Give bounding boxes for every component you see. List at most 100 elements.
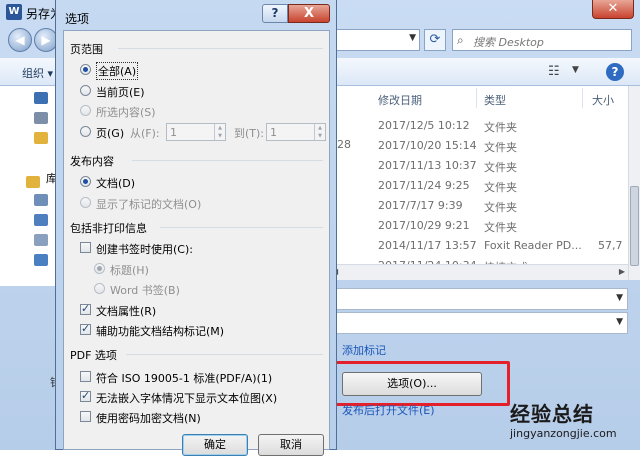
music-folder-icon[interactable]: [34, 254, 48, 266]
radio-button[interactable]: [80, 64, 91, 75]
radio-label: 文档(D): [96, 177, 136, 190]
row-date: 2017/10/20 15:14: [378, 139, 477, 152]
save-type-combo[interactable]: ▼: [330, 312, 628, 334]
divider: [160, 227, 323, 228]
row-date: 2017/12/5 10:12: [378, 119, 470, 132]
back-arrow-icon[interactable]: ◀: [8, 28, 32, 52]
organize-button[interactable]: 组织 ▾: [22, 65, 53, 81]
from-page-spinner: 1 ▲ ▼: [166, 123, 226, 141]
chevron-down-icon[interactable]: ▼: [409, 33, 416, 43]
scrollbar-thumb[interactable]: [630, 186, 639, 266]
watermark-url: jingyanzongjie.com: [510, 427, 617, 440]
scroll-right-icon[interactable]: ▶: [619, 267, 625, 276]
divider: [132, 160, 323, 161]
radio-button[interactable]: [80, 85, 91, 96]
save-as-close-icon[interactable]: ✕: [592, 0, 634, 19]
nonprint-heading: 包括非打印信息: [70, 222, 147, 235]
pdf-options-heading: PDF 选项: [70, 349, 117, 362]
open-after-publish-checkbox[interactable]: 发布后打开文件(E): [342, 402, 435, 418]
row-date: 2017/7/17 9:39: [378, 199, 463, 212]
row-type: 文件夹: [484, 201, 517, 214]
to-page-spinner: 1 ▲ ▼: [266, 123, 326, 141]
radio-button[interactable]: [80, 126, 91, 137]
table-row[interactable]: 2017/10/29 9:21 文件夹: [330, 216, 640, 236]
desktop-folder-icon[interactable]: [34, 92, 48, 104]
word-app-icon: W: [6, 4, 22, 20]
row-type: Foxit Reader PD...: [484, 239, 582, 252]
search-input[interactable]: ⌕ 搜索 Desktop: [452, 29, 632, 51]
column-separator[interactable]: [476, 88, 477, 108]
downloads-folder-icon[interactable]: [34, 112, 48, 124]
search-placeholder: 搜索 Desktop: [473, 36, 544, 49]
row-type: 文件夹: [484, 121, 517, 134]
radio-label: 标题(H): [110, 264, 149, 277]
cancel-button[interactable]: 取消: [258, 434, 324, 456]
divider: [126, 354, 323, 355]
radio-button: [94, 283, 105, 294]
table-row[interactable]: 2017/10/20 15:14 文件夹: [330, 136, 640, 156]
table-row[interactable]: 2017/12/5 10:12 文件夹: [330, 116, 640, 136]
search-icon: ⌕: [457, 33, 464, 47]
view-options-icon[interactable]: ☷: [548, 64, 560, 79]
row-type: 文件夹: [484, 181, 517, 194]
spinner-value: 1: [270, 126, 277, 139]
watermark: 经验总结 jingyanzongjie.com: [510, 398, 640, 448]
radio-label: 全部(A): [96, 62, 139, 80]
checkbox[interactable]: [80, 411, 91, 422]
column-separator[interactable]: [582, 88, 583, 108]
horizontal-scrollbar[interactable]: ◀ ▶: [330, 264, 628, 280]
close-icon[interactable]: X: [288, 4, 330, 23]
table-row[interactable]: 2017/11/24 9:25 文件夹: [330, 176, 640, 196]
pictures-folder-icon[interactable]: [34, 214, 48, 226]
publish-heading: 发布内容: [70, 155, 114, 168]
checkbox[interactable]: [80, 389, 91, 402]
column-date-modified[interactable]: 修改日期: [378, 92, 422, 108]
documents-folder-icon[interactable]: [34, 234, 48, 246]
checkbox[interactable]: [80, 302, 91, 315]
table-row[interactable]: 2014/11/17 13:57 Foxit Reader PD... 57,7: [330, 236, 640, 256]
radio-label: 所选内容(S): [96, 106, 156, 119]
checkbox[interactable]: [80, 242, 91, 253]
checkbox[interactable]: [80, 371, 91, 382]
help-icon[interactable]: ?: [262, 4, 288, 23]
row-date: 2017/11/13 10:37: [378, 159, 477, 172]
radio-label: 显示了标记的文档(O): [96, 198, 202, 211]
spinner-arrows-icon: ▲ ▼: [314, 124, 325, 140]
row-date: 2014/11/17 13:57: [378, 239, 477, 252]
refresh-icon[interactable]: ⟳: [424, 29, 446, 51]
options-dialog: 选项 ? X 页范围 全部(A) 当前页(E) 所选内容(S) 页(G) 从(F…: [55, 0, 337, 456]
checkbox[interactable]: [80, 322, 91, 335]
checkbox-label: 创建书签时使用(C):: [96, 243, 193, 256]
table-row[interactable]: 2017/7/17 9:39 文件夹: [330, 196, 640, 216]
recent-folder-icon[interactable]: [34, 132, 48, 144]
library-folder-icon[interactable]: [26, 176, 40, 188]
address-bar[interactable]: ▼: [330, 29, 420, 51]
chevron-down-icon[interactable]: ▼: [616, 317, 623, 327]
radio-label: Word 书签(B): [110, 284, 180, 297]
dialog-body: 页范围 全部(A) 当前页(E) 所选内容(S) 页(G) 从(F): 1 ▲ ▼…: [63, 30, 330, 456]
row-date: 2017/10/29 9:21: [378, 219, 470, 232]
column-size[interactable]: 大小: [592, 92, 614, 108]
spinner-arrows-icon: ▲ ▼: [214, 124, 225, 140]
radio-button: [94, 263, 105, 274]
file-list: 修改日期 类型 大小 128 2017/12/5 10:12 文件夹 2017/…: [330, 86, 640, 276]
row-type: 文件夹: [484, 161, 517, 174]
row-size: 57,7: [598, 239, 623, 252]
radio-label: 页(G): [96, 127, 125, 140]
chevron-down-icon[interactable]: ▼: [616, 293, 623, 303]
radio-button: [80, 105, 91, 116]
ok-button[interactable]: 确定: [182, 434, 248, 456]
help-icon[interactable]: ?: [606, 63, 624, 81]
checkbox-label: 辅助功能文档结构标记(M): [96, 325, 225, 338]
vertical-scrollbar[interactable]: [628, 86, 640, 280]
checkbox-label: 文档属性(R): [96, 305, 157, 318]
videos-folder-icon[interactable]: [34, 194, 48, 206]
checkbox-label: 符合 ISO 19005-1 标准(PDF/A)(1): [96, 372, 273, 385]
table-row[interactable]: 2017/11/13 10:37 文件夹: [330, 156, 640, 176]
column-type[interactable]: 类型: [484, 92, 506, 108]
add-tag-link[interactable]: 添加标记: [342, 342, 386, 358]
radio-button[interactable]: [80, 176, 91, 187]
chevron-down-icon[interactable]: ▼: [572, 65, 579, 75]
filename-combo[interactable]: ▼: [330, 288, 628, 310]
row-type: 文件夹: [484, 221, 517, 234]
